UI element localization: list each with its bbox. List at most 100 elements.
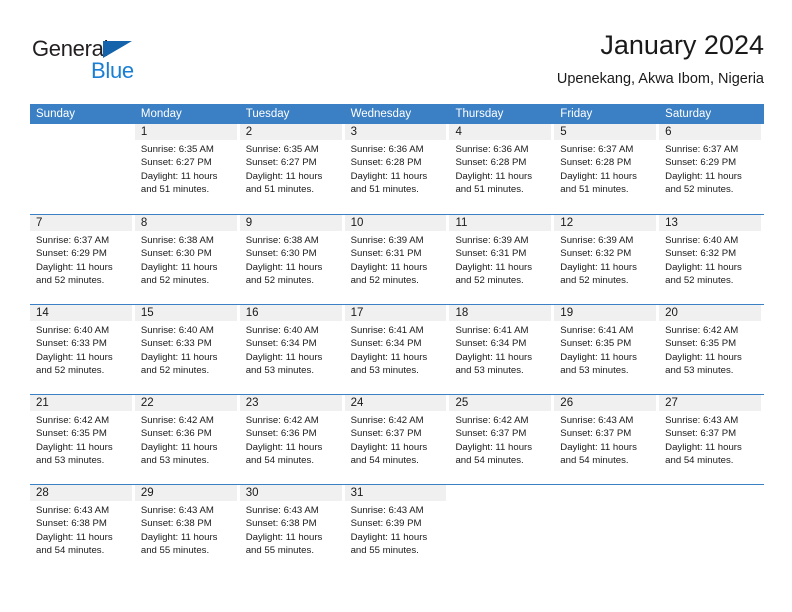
title-block: January 2024 Upenekang, Akwa Ibom, Niger… — [557, 28, 764, 90]
calendar-day-cell[interactable]: 17 Sunrise: 6:41 AM Sunset: 6:34 PM Dayligh… — [344, 305, 450, 394]
calendar-week-row: 28 Sunrise: 6:43 AM Sunset: 6:38 PM Dayligh… — [30, 484, 764, 574]
calendar-day-cell[interactable]: 16 Sunrise: 6:40 AM Sunset: 6:34 PM Dayligh… — [239, 305, 345, 394]
calendar-day-cell[interactable]: 27 Sunrise: 6:43 AM Sunset: 6:37 PM Dayligh… — [659, 395, 764, 484]
calendar-day-cell[interactable]: 19 Sunrise: 6:41 AM Sunset: 6:35 PM Dayligh… — [554, 305, 659, 394]
calendar-day-cell-empty — [554, 485, 659, 574]
calendar-day-cell[interactable]: 9 Sunrise: 6:38 AM Sunset: 6:30 PM Daylight… — [239, 215, 345, 304]
daylight-text-line2: and 51 minutes. — [455, 183, 524, 195]
day-number — [449, 485, 551, 501]
day-sun-info: Sunrise: 6:40 AM Sunset: 6:32 PM Daylight:… — [659, 231, 761, 287]
day-number: 15 — [134, 305, 237, 321]
sunset-text: Sunset: 6:39 PM — [350, 518, 422, 530]
sunset-text: Sunset: 6:36 PM — [245, 428, 317, 440]
calendar-day-cell[interactable]: 5 Sunrise: 6:37 AM Sunset: 6:28 PM Daylight… — [554, 124, 659, 214]
daylight-text-line1: Daylight: 11 hours — [350, 170, 428, 182]
sunset-text: Sunset: 6:30 PM — [140, 248, 212, 260]
calendar-day-cell[interactable]: 28 Sunrise: 6:43 AM Sunset: 6:38 PM Dayligh… — [30, 485, 135, 574]
daylight-text-line1: Daylight: 11 hours — [350, 261, 428, 273]
day-number: 4 — [449, 124, 552, 140]
calendar-day-cell[interactable]: 25 Sunrise: 6:42 AM Sunset: 6:37 PM Dayligh… — [449, 395, 554, 484]
day-number: 2 — [239, 124, 342, 140]
sunset-text: Sunset: 6:29 PM — [665, 157, 737, 169]
day-sun-info: Sunrise: 6:42 AM Sunset: 6:36 PM Daylight:… — [240, 411, 342, 467]
sunrise-text: Sunrise: 6:42 AM — [36, 415, 110, 426]
calendar-day-cell[interactable]: 13 Sunrise: 6:40 AM Sunset: 6:32 PM Dayligh… — [659, 215, 764, 304]
day-number: 29 — [134, 485, 237, 501]
calendar-day-cell[interactable]: 31 Sunrise: 6:43 AM Sunset: 6:39 PM Dayligh… — [344, 485, 450, 574]
day-number: 19 — [554, 305, 657, 321]
daylight-text-line2: and 54 minutes. — [350, 454, 419, 466]
sunrise-text: Sunrise: 6:38 AM — [245, 235, 319, 246]
calendar-day-cell[interactable]: 30 Sunrise: 6:43 AM Sunset: 6:38 PM Dayligh… — [239, 485, 345, 574]
daylight-text-line1: Daylight: 11 hours — [140, 170, 218, 182]
sunset-text: Sunset: 6:31 PM — [350, 248, 422, 260]
calendar-day-cell[interactable]: 12 Sunrise: 6:39 AM Sunset: 6:32 PM Dayligh… — [554, 215, 659, 304]
calendar-day-cell[interactable]: 23 Sunrise: 6:42 AM Sunset: 6:36 PM Dayligh… — [239, 395, 345, 484]
calendar-day-cell[interactable]: 7 Sunrise: 6:37 AM Sunset: 6:29 PM Daylight… — [30, 215, 135, 304]
calendar-day-cell[interactable]: 20 Sunrise: 6:42 AM Sunset: 6:35 PM Dayligh… — [659, 305, 764, 394]
day-sun-info: Sunrise: 6:41 AM Sunset: 6:35 PM Daylight:… — [554, 321, 656, 377]
logo-text-blue: Blue — [91, 58, 134, 83]
calendar-day-cell[interactable]: 15 Sunrise: 6:40 AM Sunset: 6:33 PM Dayligh… — [134, 305, 240, 394]
weekday-header-tuesday: Tuesday — [245, 108, 290, 120]
daylight-text-line1: Daylight: 11 hours — [455, 351, 533, 363]
sunset-text: Sunset: 6:28 PM — [350, 157, 422, 169]
day-number: 31 — [344, 485, 447, 501]
sunset-text: Sunset: 6:28 PM — [560, 157, 632, 169]
daylight-text-line1: Daylight: 11 hours — [245, 170, 323, 182]
sunset-text: Sunset: 6:33 PM — [140, 338, 212, 350]
sunrise-text: Sunrise: 6:43 AM — [560, 415, 634, 426]
weekday-header-row: Sunday Monday Tuesday Wednesday Thursday… — [30, 104, 764, 124]
calendar-day-cell[interactable]: 18 Sunrise: 6:41 AM Sunset: 6:34 PM Dayligh… — [449, 305, 554, 394]
daylight-text-line2: and 52 minutes. — [245, 274, 314, 286]
sunrise-text: Sunrise: 6:42 AM — [665, 325, 739, 336]
day-number: 20 — [659, 305, 762, 321]
daylight-text-line1: Daylight: 11 hours — [245, 531, 323, 543]
calendar-day-cell[interactable]: 6 Sunrise: 6:37 AM Sunset: 6:29 PM Daylight… — [659, 124, 764, 214]
sunrise-text: Sunrise: 6:39 AM — [350, 235, 424, 246]
sunrise-text: Sunrise: 6:43 AM — [350, 505, 424, 516]
weekday-header-friday: Friday — [560, 108, 593, 120]
calendar-day-cell[interactable]: 14 Sunrise: 6:40 AM Sunset: 6:33 PM Dayligh… — [30, 305, 135, 394]
calendar-day-cell[interactable]: 11 Sunrise: 6:39 AM Sunset: 6:31 PM Dayligh… — [449, 215, 554, 304]
daylight-text-line2: and 54 minutes. — [245, 454, 314, 466]
sunset-text: Sunset: 6:37 PM — [560, 428, 632, 440]
daylight-text-line1: Daylight: 11 hours — [36, 351, 113, 363]
calendar-day-cell[interactable]: 29 Sunrise: 6:43 AM Sunset: 6:38 PM Dayligh… — [134, 485, 240, 574]
sunrise-text: Sunrise: 6:43 AM — [36, 505, 110, 516]
daylight-text-line2: and 52 minutes. — [140, 364, 210, 376]
sunrise-text: Sunrise: 6:41 AM — [560, 325, 634, 336]
calendar-day-cell[interactable]: 3 Sunrise: 6:36 AM Sunset: 6:28 PM Daylight… — [344, 124, 450, 214]
calendar-day-cell[interactable]: 10 Sunrise: 6:39 AM Sunset: 6:31 PM Dayligh… — [344, 215, 450, 304]
calendar-day-cell[interactable]: 22 Sunrise: 6:42 AM Sunset: 6:36 PM Dayligh… — [134, 395, 240, 484]
day-sun-info: Sunrise: 6:43 AM Sunset: 6:38 PM Daylight:… — [240, 501, 342, 557]
day-number: 1 — [134, 124, 237, 140]
generalblue-logo[interactable]: General Blue — [32, 36, 232, 92]
daylight-text-line1: Daylight: 11 hours — [245, 351, 323, 363]
daylight-text-line2: and 53 minutes. — [665, 364, 734, 376]
day-sun-info: Sunrise: 6:43 AM Sunset: 6:38 PM Daylight:… — [30, 501, 132, 557]
sunset-text: Sunset: 6:32 PM — [560, 248, 632, 260]
day-number: 28 — [30, 485, 132, 501]
calendar-week-row: 7 Sunrise: 6:37 AM Sunset: 6:29 PM Daylight… — [30, 214, 764, 304]
calendar-day-cell[interactable]: 1 Sunrise: 6:35 AM Sunset: 6:27 PM Daylight… — [134, 124, 240, 214]
sunset-text: Sunset: 6:32 PM — [665, 248, 737, 260]
day-sun-info: Sunrise: 6:39 AM Sunset: 6:32 PM Daylight:… — [554, 231, 656, 287]
daylight-text-line1: Daylight: 11 hours — [665, 170, 742, 182]
sunrise-text: Sunrise: 6:37 AM — [36, 235, 110, 246]
weekday-header-monday: Monday — [140, 108, 182, 120]
daylight-text-line1: Daylight: 11 hours — [350, 531, 428, 543]
day-sun-info: Sunrise: 6:40 AM Sunset: 6:33 PM Daylight:… — [135, 321, 237, 377]
calendar-day-cell[interactable]: 2 Sunrise: 6:35 AM Sunset: 6:27 PM Daylight… — [239, 124, 345, 214]
calendar-day-cell[interactable]: 21 Sunrise: 6:42 AM Sunset: 6:35 PM Dayligh… — [30, 395, 135, 484]
sunset-text: Sunset: 6:34 PM — [350, 338, 422, 350]
calendar-day-cell[interactable]: 26 Sunrise: 6:43 AM Sunset: 6:37 PM Dayligh… — [554, 395, 659, 484]
sunset-text: Sunset: 6:37 PM — [665, 428, 737, 440]
day-number: 9 — [239, 215, 342, 231]
day-number: 17 — [344, 305, 447, 321]
day-sun-info: Sunrise: 6:42 AM Sunset: 6:36 PM Daylight:… — [135, 411, 237, 467]
calendar-day-cell[interactable]: 24 Sunrise: 6:42 AM Sunset: 6:37 PM Dayligh… — [344, 395, 450, 484]
calendar-day-cell[interactable]: 4 Sunrise: 6:36 AM Sunset: 6:28 PM Daylight… — [449, 124, 554, 214]
daylight-text-line1: Daylight: 11 hours — [455, 441, 533, 453]
calendar-day-cell[interactable]: 8 Sunrise: 6:38 AM Sunset: 6:30 PM Daylight… — [134, 215, 240, 304]
